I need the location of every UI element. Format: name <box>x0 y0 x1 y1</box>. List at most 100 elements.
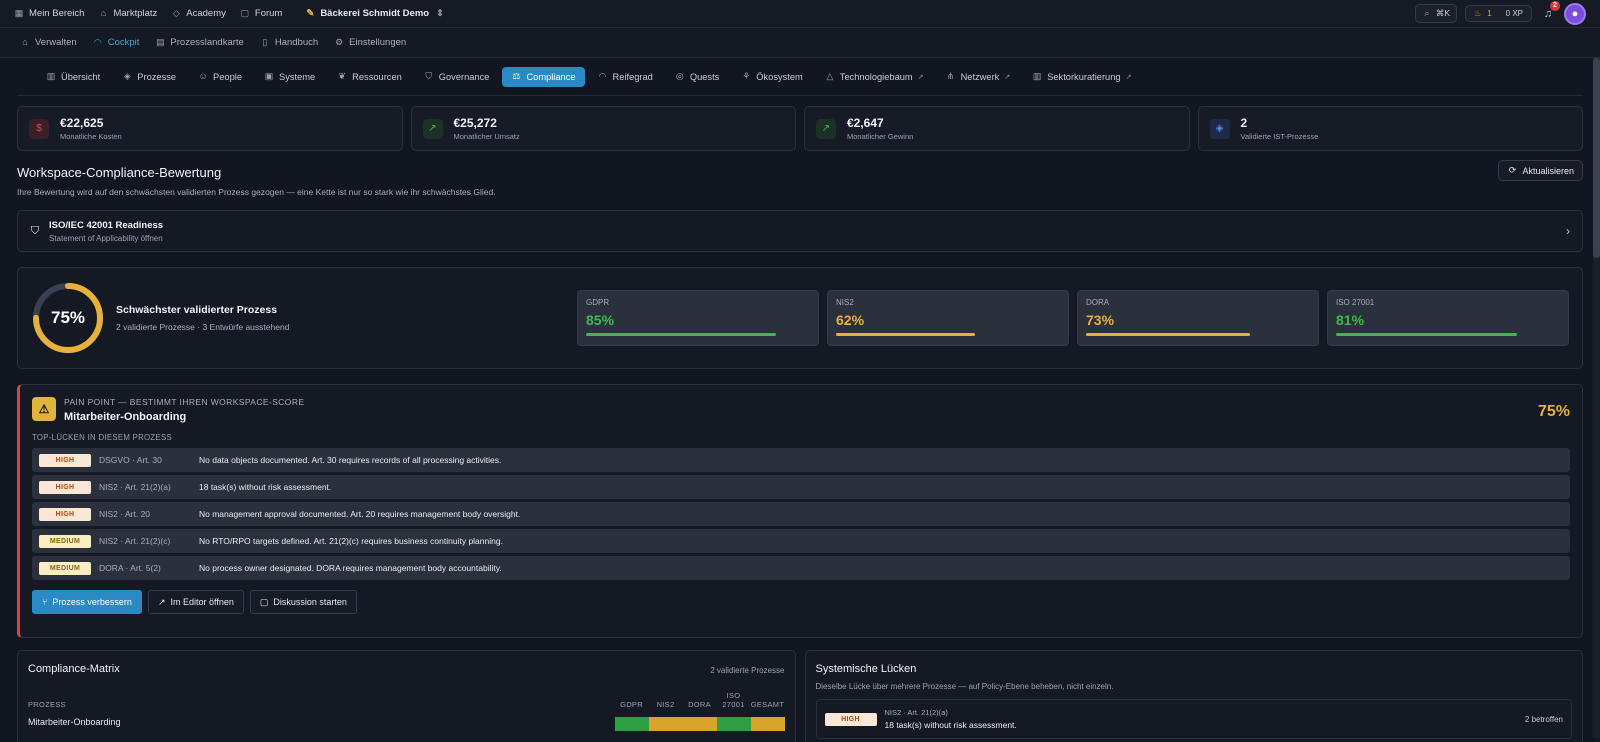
tab-uebersicht[interactable]: ▥ Übersicht <box>37 67 109 87</box>
tab-ressourcen[interactable]: ❦ Ressourcen <box>328 67 411 87</box>
chevron-updown-icon: ⇕ <box>436 8 444 18</box>
workspace-switcher[interactable]: ✎ Bäckerei Schmidt Demo ⇕ <box>306 8 445 19</box>
target-icon: ◎ <box>675 71 684 81</box>
tab-people[interactable]: ☺ People <box>189 67 251 87</box>
tab-systeme[interactable]: ▣ Systeme <box>255 67 324 87</box>
tab-reifegrad[interactable]: ◠ Reifegrad <box>589 67 662 87</box>
framework-card-iso27001: ISO 27001 81% <box>1327 290 1569 346</box>
matrix-cell <box>648 717 683 731</box>
gap-row[interactable]: HIGH NIS2 · Art. 21(2)(a) 18 task(s) witho… <box>32 475 1570 499</box>
tab-label: Ressourcen <box>352 71 402 82</box>
top-right: ⌕ ⌘K ♨ 1 0 XP ♫ 2 ● <box>1414 0 1586 25</box>
tab-label: Compliance <box>526 71 576 82</box>
tab-technologiebaum[interactable]: △ Technologiebaum ↗ <box>816 67 933 87</box>
kpi-card: ↗ €25,272 Monatlicher Umsatz <box>410 106 796 151</box>
open-in-editor-button[interactable]: ↗ Im Editor öffnen <box>147 590 244 614</box>
avatar[interactable]: ● <box>1564 2 1586 25</box>
external-link-icon: ↗ <box>1125 73 1132 81</box>
people-icon: ☺ <box>198 71 208 81</box>
severity-badge: HIGH <box>39 480 91 494</box>
matrix-header: PROZESS GDPR NIS2 DORA ISO 27001 GESAMT <box>28 691 785 709</box>
chart-icon: ▥ <box>46 71 56 81</box>
framework-name: GDPR <box>586 298 610 307</box>
gap-row[interactable]: HIGH NIS2 · Art. 20 No management approval… <box>32 502 1570 526</box>
gap-reference: DORA · Art. 5(2) <box>99 563 161 573</box>
scrollbar[interactable] <box>1593 58 1600 738</box>
notification-badge: 2 <box>1550 0 1560 11</box>
column-header: NIS2 <box>656 700 675 709</box>
pencil-icon: ✎ <box>306 8 315 19</box>
improve-process-button[interactable]: ⑂ Prozess verbessern <box>32 590 142 614</box>
subnav-einstellungen[interactable]: ⚙ Einstellungen <box>334 37 406 48</box>
nav-mein-bereich[interactable]: ▦ Mein Bereich <box>14 8 85 19</box>
iso-readiness-card[interactable]: ⛉ ISO/IEC 42001 Readiness Statement of A… <box>17 210 1583 252</box>
tab-label: Prozesse <box>137 71 177 82</box>
subnav-label: Einstellungen <box>349 37 407 48</box>
gap-row[interactable]: MEDIUM NIS2 · Art. 21(2)(c) No RTO/RPO tar… <box>32 529 1570 553</box>
grid-icon: ▦ <box>14 8 24 18</box>
column-header: ISO 27001 <box>722 691 745 709</box>
gap-reference: NIS2 · Art. 21(2)(a) <box>884 708 948 717</box>
gauge-icon: ◠ <box>93 37 102 47</box>
user-icon: ● <box>1571 7 1579 20</box>
tab-quests[interactable]: ◎ Quests <box>666 67 728 87</box>
matrix-cell <box>750 717 785 731</box>
refresh-button[interactable]: ⟳ Aktualisieren <box>1498 160 1583 181</box>
tab-compliance[interactable]: ⚖ Compliance <box>502 66 585 87</box>
building-icon: ▥ <box>1032 71 1042 81</box>
subnav-label: Prozesslandkarte <box>170 37 244 48</box>
shield-icon: ⛉ <box>425 71 433 81</box>
nav-marktplatz[interactable]: ⌂ Marktplatz <box>98 8 158 19</box>
subnav-prozesslandkarte[interactable]: ▤ Prozesslandkarte <box>155 37 244 48</box>
home-icon: ⌂ <box>22 37 28 47</box>
column-header: GESAMT <box>750 700 785 709</box>
tab-label: Governance <box>438 71 490 82</box>
severity-badge: HIGH <box>824 712 877 726</box>
streak-count: 1 <box>1487 9 1492 18</box>
subnav-handbuch[interactable]: ▯ Handbuch <box>260 37 318 48</box>
compliance-matrix-card: Compliance-Matrix 2 validierte Prozesse … <box>17 650 796 742</box>
layers-icon: ◈ <box>123 71 131 81</box>
gap-text: No process owner designated. DORA requir… <box>199 563 502 573</box>
nav-academy[interactable]: ◇ Academy <box>171 8 226 19</box>
refresh-label: Aktualisieren <box>1522 165 1574 176</box>
tab-label: Reifegrad <box>612 71 653 82</box>
tab-prozesse[interactable]: ◈ Prozesse <box>113 67 185 87</box>
search-button[interactable]: ⌕ ⌘K <box>1414 4 1458 23</box>
gap-text: 18 task(s) without risk assessment. <box>884 720 1017 730</box>
tab-sektorkuratierung[interactable]: ▥ Sektorkuratierung ↗ <box>1023 67 1140 87</box>
column-header: PROZESS <box>28 700 66 709</box>
subnav-verwalten[interactable]: ⌂ Verwalten <box>20 37 76 48</box>
gap-row[interactable]: MEDIUM DORA · Art. 5(2) No process owner d… <box>32 556 1570 580</box>
xp-badge[interactable]: ♨ 1 0 XP <box>1465 5 1532 22</box>
pain-score: 75% <box>1537 403 1570 420</box>
scrollbar-thumb[interactable] <box>1593 58 1600 258</box>
kpi-row: $ €22,625 Monatliche Kosten ↗ €25,272 Monatl… <box>0 96 1600 151</box>
subnav-cockpit[interactable]: ◠ Cockpit <box>93 37 140 48</box>
pain-point-card: ⚠ PAIN POINT — BESTIMMT IHREN WORKSPACE-… <box>17 384 1583 638</box>
nav-label: Marktplatz <box>113 8 158 19</box>
tab-label: Übersicht <box>61 71 101 82</box>
framework-progress <box>586 333 777 336</box>
tab-netzwerk[interactable]: ⋔ Netzwerk ↗ <box>937 67 1020 87</box>
leaf-icon: ❦ <box>338 71 346 81</box>
gap-row[interactable]: HIGH DSGVO · Art. 30 No data objects docum… <box>32 448 1570 472</box>
nav-forum[interactable]: ▢ Forum <box>240 8 283 19</box>
framework-score: 85% <box>586 312 615 328</box>
dollar-icon: $ <box>29 118 49 139</box>
notifications-button[interactable]: ♫ 2 <box>1540 0 1560 22</box>
tab-oekosystem[interactable]: ⚘ Ökosystem <box>732 67 812 87</box>
framework-score: 81% <box>1336 312 1365 328</box>
map-icon: ▤ <box>156 37 165 47</box>
systemic-title: Systemische Lücken <box>815 663 917 675</box>
store-icon: ⌂ <box>100 8 107 18</box>
tab-governance[interactable]: ⛉ Governance <box>415 67 499 87</box>
systemic-gap-item[interactable]: HIGH NIS2 · Art. 21(2)(a) 18 task(s) wit… <box>815 699 1572 739</box>
start-discussion-button[interactable]: ▢ Diskussion starten <box>249 590 357 614</box>
table-row[interactable]: Mitarbeiter-Onboarding <box>28 717 785 731</box>
tab-label: Ökosystem <box>756 71 803 82</box>
affected-count: 2 betroffen <box>1524 714 1563 724</box>
kpi-value: 2 <box>1240 116 1248 130</box>
trend-up-icon: ↗ <box>816 118 836 139</box>
framework-score: 73% <box>1086 312 1115 328</box>
